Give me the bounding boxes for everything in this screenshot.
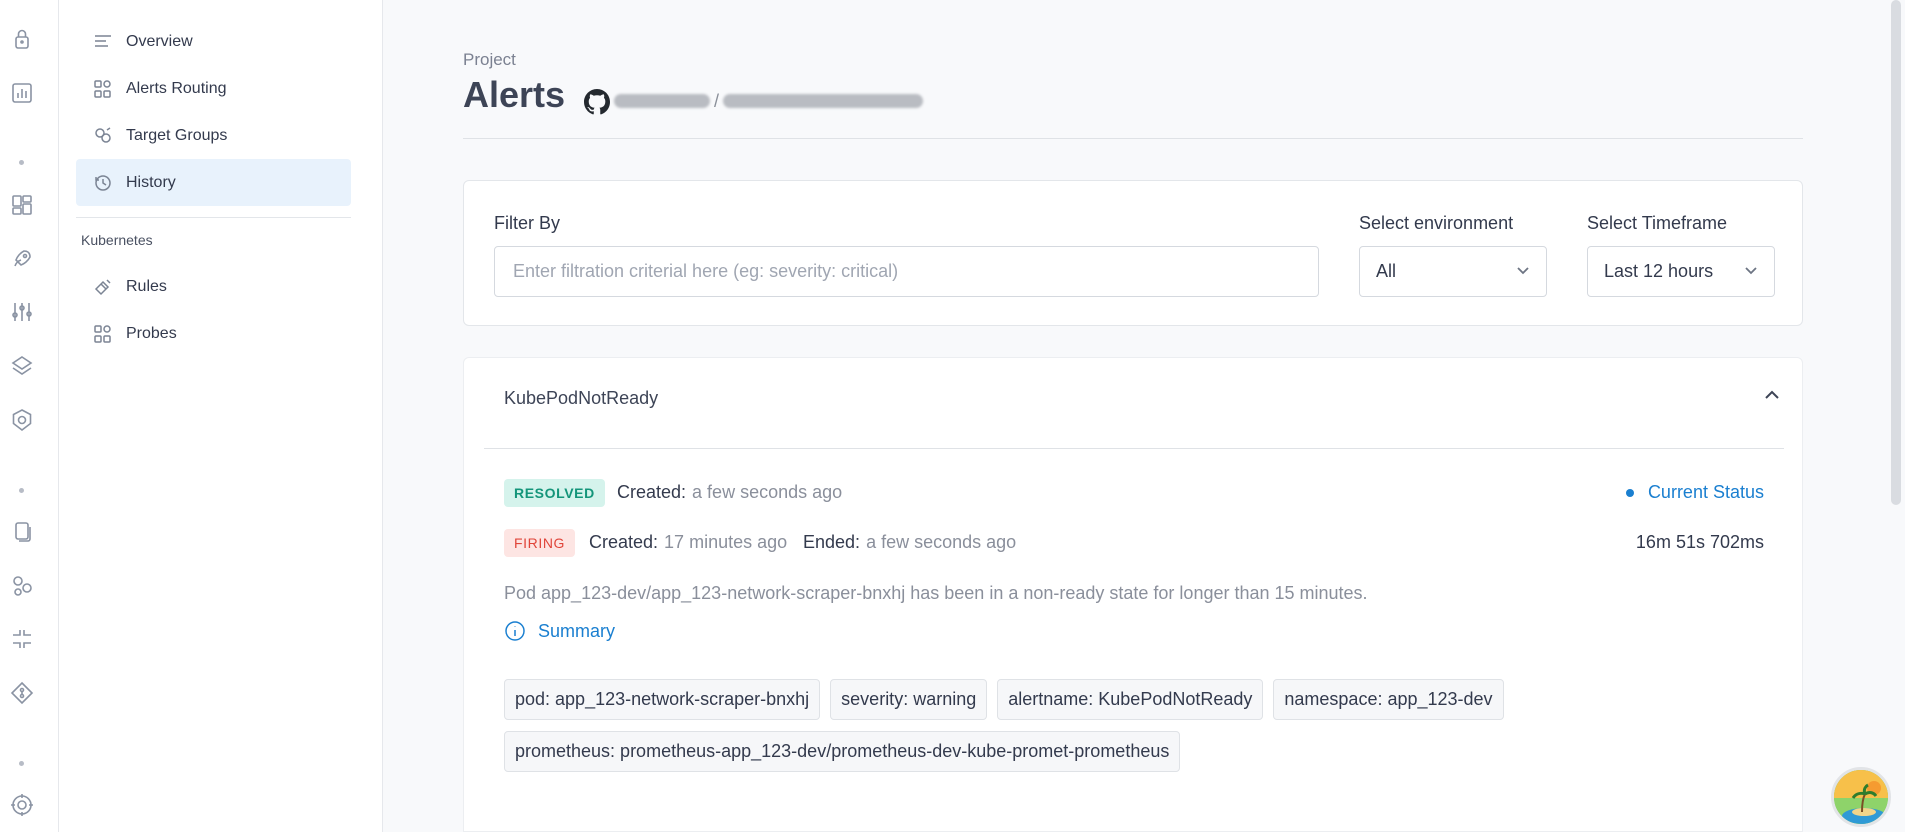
environment-label: Select environment bbox=[1359, 213, 1514, 233]
probes-icon bbox=[92, 323, 114, 345]
nav-section-kubernetes: Kubernetes bbox=[81, 232, 153, 248]
created-value: a few seconds ago bbox=[692, 482, 843, 502]
layers-icon[interactable] bbox=[10, 354, 34, 378]
resolved-created: Created: a few seconds ago bbox=[617, 482, 842, 503]
nav-item-target-groups[interactable]: Target Groups bbox=[76, 112, 351, 159]
sliders-icon[interactable] bbox=[10, 300, 34, 324]
icon-rail bbox=[0, 0, 59, 832]
nav-item-alerts-routing[interactable]: Alerts Routing bbox=[76, 65, 351, 112]
avatar[interactable] bbox=[1831, 767, 1891, 827]
repo-separator: / bbox=[714, 90, 720, 111]
rail-separator-dot bbox=[19, 160, 24, 165]
main-content: Project Alerts / Filter By Select enviro… bbox=[383, 0, 1905, 832]
filter-card: Filter By Select environment All Select … bbox=[463, 180, 1803, 326]
git-icon[interactable] bbox=[10, 681, 34, 705]
firing-ended: Ended: a few seconds ago bbox=[803, 532, 1016, 553]
timeframe-value: Last 12 hours bbox=[1604, 261, 1714, 281]
services-icon[interactable] bbox=[10, 574, 34, 598]
nav-item-label: Overview bbox=[126, 32, 193, 50]
nav-divider bbox=[76, 217, 351, 218]
rail-separator-dot bbox=[19, 761, 24, 766]
created-label: Created: bbox=[589, 532, 659, 552]
nav-item-label: History bbox=[126, 173, 176, 191]
github-icon bbox=[584, 89, 610, 115]
rocket-icon[interactable] bbox=[10, 247, 34, 271]
filter-by-label: Filter By bbox=[494, 213, 561, 233]
nav-item-overview[interactable]: Overview bbox=[76, 18, 351, 65]
nav-item-history[interactable]: History bbox=[76, 159, 351, 206]
created-label: Created: bbox=[617, 482, 687, 502]
ended-label: Ended: bbox=[803, 532, 861, 552]
routing-icon bbox=[92, 78, 114, 100]
environment-select[interactable]: All bbox=[1359, 246, 1547, 297]
page-title: Alerts bbox=[463, 74, 566, 115]
tag-alertname: alertname: KubePodNotReady bbox=[997, 679, 1264, 720]
label-tags: pod: app_123-network-scraper-bnxhj sever… bbox=[504, 679, 1604, 772]
target-groups-icon bbox=[92, 125, 114, 147]
nav-item-rules[interactable]: Rules bbox=[76, 263, 351, 310]
timeframe-select[interactable]: Last 12 hours bbox=[1587, 246, 1775, 297]
status-badge-resolved: RESOLVED bbox=[504, 479, 605, 507]
filter-input[interactable] bbox=[494, 246, 1319, 297]
summary-link[interactable]: Summary bbox=[504, 620, 615, 642]
redacted-owner bbox=[614, 94, 710, 108]
plugin-icon[interactable] bbox=[10, 627, 34, 651]
created-value: 17 minutes ago bbox=[664, 532, 788, 552]
nav-item-label: Rules bbox=[126, 277, 167, 295]
side-navigation: Overview Alerts Routing Target Groups Hi… bbox=[59, 0, 383, 832]
lock-icon[interactable] bbox=[10, 27, 34, 51]
header-divider bbox=[463, 138, 1803, 139]
ended-value: a few seconds ago bbox=[866, 532, 1017, 552]
alert-card: KubePodNotReady RESOLVED Created: a few s… bbox=[463, 357, 1803, 832]
dashboard-icon[interactable] bbox=[10, 193, 34, 217]
tag-namespace: namespace: app_123-dev bbox=[1273, 679, 1504, 720]
tag-pod: pod: app_123-network-scraper-bnxhj bbox=[504, 679, 821, 720]
alert-name[interactable]: KubePodNotReady bbox=[504, 388, 658, 409]
redacted-repo bbox=[723, 94, 924, 108]
info-icon bbox=[505, 621, 525, 641]
timeframe-label: Select Timeframe bbox=[1587, 213, 1728, 233]
rail-separator-dot bbox=[19, 488, 24, 493]
environment-value: All bbox=[1376, 261, 1397, 281]
target-icon[interactable] bbox=[10, 793, 34, 817]
summary-label: Summary bbox=[538, 620, 616, 641]
helm-icon[interactable] bbox=[10, 408, 34, 432]
alert-duration: 16m 51s 702ms bbox=[1635, 532, 1764, 552]
current-status-link[interactable]: Current Status bbox=[1625, 482, 1764, 503]
card-divider bbox=[484, 448, 1784, 449]
current-status-label: Current Status bbox=[1647, 482, 1764, 502]
rules-icon bbox=[92, 276, 114, 298]
chart-icon[interactable] bbox=[10, 81, 34, 105]
status-dot-icon bbox=[1625, 488, 1634, 497]
overview-icon bbox=[92, 31, 114, 53]
chevron-up-icon[interactable] bbox=[1763, 386, 1787, 410]
alert-description: Pod app_123-dev/app_123-network-scraper-… bbox=[504, 583, 1368, 603]
page-eyebrow: Project bbox=[463, 50, 516, 69]
nav-item-probes[interactable]: Probes bbox=[76, 310, 351, 357]
history-icon bbox=[92, 172, 114, 194]
tag-severity: severity: warning bbox=[830, 679, 988, 720]
chevron-down-icon bbox=[1744, 261, 1758, 282]
nav-item-label: Target Groups bbox=[126, 126, 228, 144]
documents-icon[interactable] bbox=[10, 520, 34, 544]
repository-name-redacted[interactable]: / bbox=[614, 91, 924, 111]
tag-prometheus: prometheus: prometheus-app_123-dev/prome… bbox=[504, 731, 1181, 772]
firing-created: Created: 17 minutes ago bbox=[589, 532, 787, 553]
chevron-down-icon bbox=[1516, 261, 1530, 282]
page-scrollbar[interactable] bbox=[1891, 0, 1901, 505]
status-badge-firing: FIRING bbox=[504, 529, 576, 557]
nav-item-label: Probes bbox=[126, 324, 177, 342]
nav-item-label: Alerts Routing bbox=[126, 79, 227, 97]
